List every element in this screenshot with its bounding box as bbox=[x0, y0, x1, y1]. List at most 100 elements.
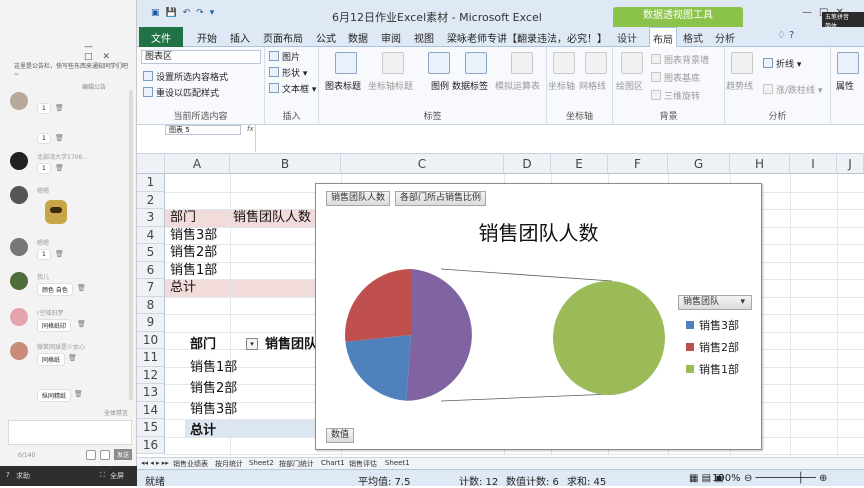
tab-data[interactable]: 数据 bbox=[348, 30, 368, 45]
column-header[interactable]: I bbox=[790, 154, 837, 174]
trash-icon[interactable]: 🗑 bbox=[77, 320, 86, 328]
name-box[interactable]: 图表 5 bbox=[165, 125, 241, 135]
insert-textbox-button[interactable]: 文本框 ▾ bbox=[269, 82, 316, 95]
tab-view[interactable]: 视图 bbox=[414, 30, 434, 45]
trash-icon[interactable]: 🗑 bbox=[55, 104, 64, 112]
trendline-button[interactable]: 趋势线 bbox=[726, 79, 753, 92]
axes-button[interactable]: 坐标轴 bbox=[548, 79, 575, 92]
cell-b12[interactable]: 销售2部 bbox=[190, 380, 237, 397]
field-button-values[interactable]: 数值 bbox=[326, 428, 355, 443]
sheet-tab[interactable]: Sheet1 bbox=[385, 459, 410, 467]
pivot-chart[interactable]: 销售团队人数 各部门所占销售比例 销售团队人数 销售团队 ▾ 销售3部 销售2部 … bbox=[315, 183, 762, 450]
chart-floor-button[interactable]: 图表基底 bbox=[651, 71, 700, 84]
row-header[interactable]: 13 bbox=[137, 384, 165, 402]
cell-a4[interactable]: 销售3部 bbox=[170, 227, 217, 244]
fullscreen-button[interactable]: 全屏 bbox=[110, 471, 124, 481]
chat-scrollbar[interactable] bbox=[129, 90, 133, 400]
tab-design[interactable]: 设计 bbox=[617, 30, 637, 45]
data-table-button[interactable]: 模拟运算表 bbox=[495, 79, 540, 92]
tab-insert[interactable]: 插入 bbox=[230, 30, 250, 45]
chart-elements-combo[interactable]: 图表区 bbox=[141, 50, 261, 64]
row-header[interactable]: 10 bbox=[137, 331, 165, 349]
filter-dropdown-icon[interactable]: ▾ bbox=[246, 338, 258, 350]
zoom-slider[interactable]: ⊖ ───────┼── ⊕ bbox=[744, 473, 827, 484]
sheet-tab[interactable]: Sheet2 bbox=[249, 459, 274, 467]
help-icon[interactable]: ? bbox=[6, 471, 10, 479]
insert-picture-button[interactable]: 图片 bbox=[269, 50, 300, 63]
row-header[interactable]: 1 bbox=[137, 174, 165, 192]
trash-icon[interactable]: 🗑 bbox=[55, 250, 64, 258]
select-all-corner[interactable] bbox=[137, 154, 165, 174]
cell-a5[interactable]: 销售2部 bbox=[170, 244, 217, 261]
legend-item[interactable]: 销售1部 bbox=[686, 361, 739, 377]
cell-a7[interactable]: 总计 bbox=[170, 279, 196, 296]
fullscreen-icon[interactable]: ⛶ bbox=[100, 471, 105, 480]
column-header[interactable]: C bbox=[341, 154, 504, 174]
cell-b13[interactable]: 销售3部 bbox=[190, 401, 237, 418]
row-header[interactable]: 9 bbox=[137, 314, 165, 332]
fx-icon[interactable]: fx bbox=[247, 125, 254, 133]
tab-file[interactable]: 文件 bbox=[139, 27, 183, 47]
tab-custom-teacher[interactable]: 梁咏老师专讲【翻录违法，必究！】 bbox=[447, 30, 607, 45]
column-header[interactable]: J bbox=[837, 154, 864, 174]
help-icon[interactable]: ♢? bbox=[777, 30, 797, 41]
column-header[interactable]: B bbox=[230, 154, 341, 174]
trash-icon[interactable]: 🗑 bbox=[74, 390, 83, 398]
tab-format[interactable]: 格式 bbox=[683, 30, 703, 45]
cell-b15[interactable]: 总计 bbox=[190, 422, 216, 439]
cell-a6[interactable]: 销售1部 bbox=[170, 262, 217, 279]
lines-button[interactable]: 折线 ▾ bbox=[763, 57, 801, 70]
formula-input[interactable] bbox=[255, 125, 864, 152]
row-header[interactable]: 7 bbox=[137, 279, 165, 297]
updown-bars-button[interactable]: 涨/跌柱线 ▾ bbox=[763, 83, 822, 96]
legend-item[interactable]: 销售3部 bbox=[686, 317, 739, 333]
plot-area-button[interactable]: 绘图区 bbox=[616, 79, 643, 92]
quick-access-toolbar[interactable]: ▣💾↶↷▾ bbox=[151, 8, 220, 18]
trash-icon[interactable]: 🗑 bbox=[55, 164, 64, 172]
cell-c10[interactable]: 销售团队 bbox=[265, 336, 317, 353]
legend-field-dropdown[interactable]: 销售团队 ▾ bbox=[678, 295, 752, 310]
cell-b10[interactable]: 部门 bbox=[190, 336, 216, 353]
row-header[interactable]: 3 bbox=[137, 209, 165, 227]
row-header[interactable]: 12 bbox=[137, 366, 165, 384]
sheet-tab[interactable]: 销售业绩表 bbox=[173, 459, 208, 469]
help-button[interactable]: 求助 bbox=[16, 471, 30, 481]
tab-review[interactable]: 审阅 bbox=[381, 30, 401, 45]
tab-home[interactable]: 开始 bbox=[197, 30, 217, 45]
row-header[interactable]: 2 bbox=[137, 191, 165, 209]
legend-item[interactable]: 销售2部 bbox=[686, 339, 739, 355]
properties-button[interactable]: 属性 bbox=[836, 79, 854, 92]
axis-title-button[interactable]: 坐标轴标题 bbox=[368, 79, 413, 92]
chat-window-controls[interactable]: —□✕ bbox=[84, 42, 136, 62]
sheet-tab[interactable]: Chart1 bbox=[321, 459, 345, 467]
row-header[interactable]: 6 bbox=[137, 261, 165, 279]
column-header[interactable]: A bbox=[165, 154, 230, 174]
row-header[interactable]: 5 bbox=[137, 244, 165, 262]
trash-icon[interactable]: 🗑 bbox=[55, 134, 64, 142]
row-header[interactable]: 4 bbox=[137, 226, 165, 244]
column-header[interactable]: F bbox=[608, 154, 668, 174]
sheet-nav-arrows[interactable]: ◂◂ ◂ ▸ ▸▸ bbox=[141, 459, 169, 467]
row-header[interactable]: 11 bbox=[137, 349, 165, 367]
legend-button[interactable]: 图例 bbox=[431, 79, 449, 92]
trash-icon[interactable]: 🗑 bbox=[68, 354, 77, 362]
column-header[interactable]: D bbox=[504, 154, 551, 174]
row-header[interactable]: 14 bbox=[137, 401, 165, 419]
column-header[interactable]: H bbox=[730, 154, 790, 174]
gridlines-button[interactable]: 网格线 bbox=[579, 79, 606, 92]
sheet-tab[interactable]: 销售评估 bbox=[349, 459, 377, 469]
zoom-level[interactable]: 190% bbox=[712, 473, 741, 484]
column-header[interactable]: G bbox=[668, 154, 730, 174]
send-button[interactable]: 发送 bbox=[114, 449, 133, 460]
all-ban-checkbox[interactable]: 全体禁言 bbox=[104, 408, 128, 417]
row-header[interactable]: 16 bbox=[137, 436, 165, 454]
column-header[interactable]: E bbox=[551, 154, 608, 174]
edit-announcement-button[interactable]: 编辑公告 bbox=[82, 82, 106, 91]
emoji-icon[interactable] bbox=[86, 450, 96, 460]
chart-title-button[interactable]: 图表标题 bbox=[325, 79, 361, 92]
insert-shape-button[interactable]: 形状 ▾ bbox=[269, 66, 307, 79]
trash-icon[interactable]: 🗑 bbox=[77, 284, 86, 292]
tab-analyze[interactable]: 分析 bbox=[715, 30, 735, 45]
reset-style-button[interactable]: 重设以匹配样式 bbox=[143, 86, 219, 99]
worksheet-grid[interactable]: A B C D E F G H I J 1 2 3 4 5 6 7 8 9 10 11 12 13 14 1… bbox=[137, 154, 864, 457]
